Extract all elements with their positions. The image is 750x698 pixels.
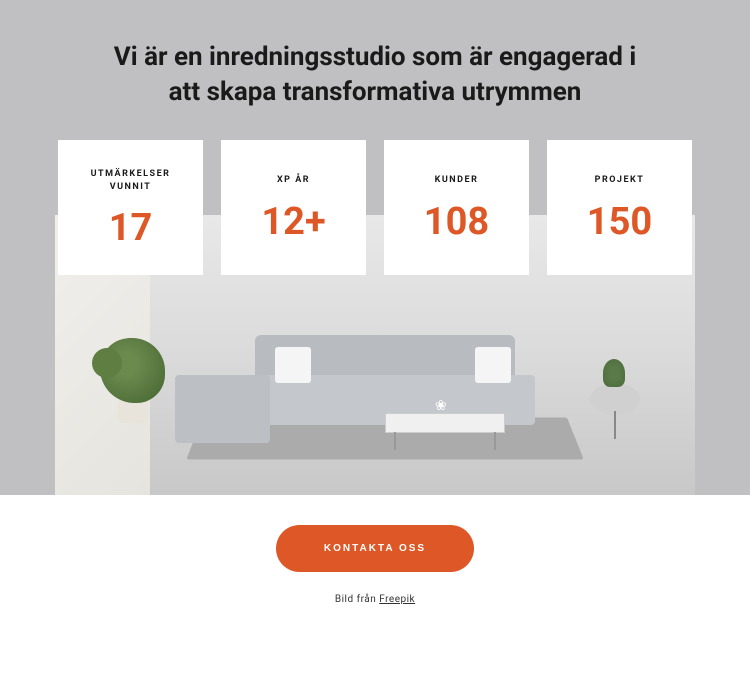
- sofa-graphic: [175, 335, 535, 425]
- stat-card-projects: PROJEKT 150: [547, 140, 692, 275]
- contact-button[interactable]: KONTAKTA OSS: [276, 525, 474, 572]
- plant-graphic: [100, 338, 165, 423]
- stat-label: PROJEKT: [595, 174, 645, 187]
- stat-card-clients: KUNDER 108: [384, 140, 529, 275]
- attribution-link[interactable]: Freepik: [379, 594, 415, 605]
- stats-row: UTMÄRKELSER VUNNIT 17 XP ÅR 12+ KUNDER 1…: [20, 140, 730, 275]
- side-plant-graphic: [603, 359, 625, 387]
- stat-label: XP ÅR: [277, 174, 310, 187]
- attribution: Bild från Freepik: [20, 594, 730, 605]
- side-table-graphic: [590, 383, 640, 415]
- coffee-table-graphic: [385, 413, 505, 433]
- stat-value: 150: [587, 203, 652, 241]
- stat-value: 108: [424, 203, 489, 241]
- flowers-graphic: [435, 395, 455, 415]
- stat-card-awards: UTMÄRKELSER VUNNIT 17: [58, 140, 203, 275]
- stat-label: KUNDER: [435, 174, 479, 187]
- stat-value: 12+: [261, 203, 325, 241]
- hero-section: Vi är en inredningsstudio som är engager…: [0, 0, 750, 495]
- attribution-prefix: Bild från: [335, 594, 379, 605]
- bottom-section: KONTAKTA OSS Bild från Freepik: [0, 495, 750, 630]
- stat-label: UTMÄRKELSER VUNNIT: [68, 168, 193, 193]
- stat-value: 17: [109, 209, 153, 247]
- hero-title: Vi är en inredningsstudio som är engager…: [95, 40, 655, 110]
- stat-card-xp: XP ÅR 12+: [221, 140, 366, 275]
